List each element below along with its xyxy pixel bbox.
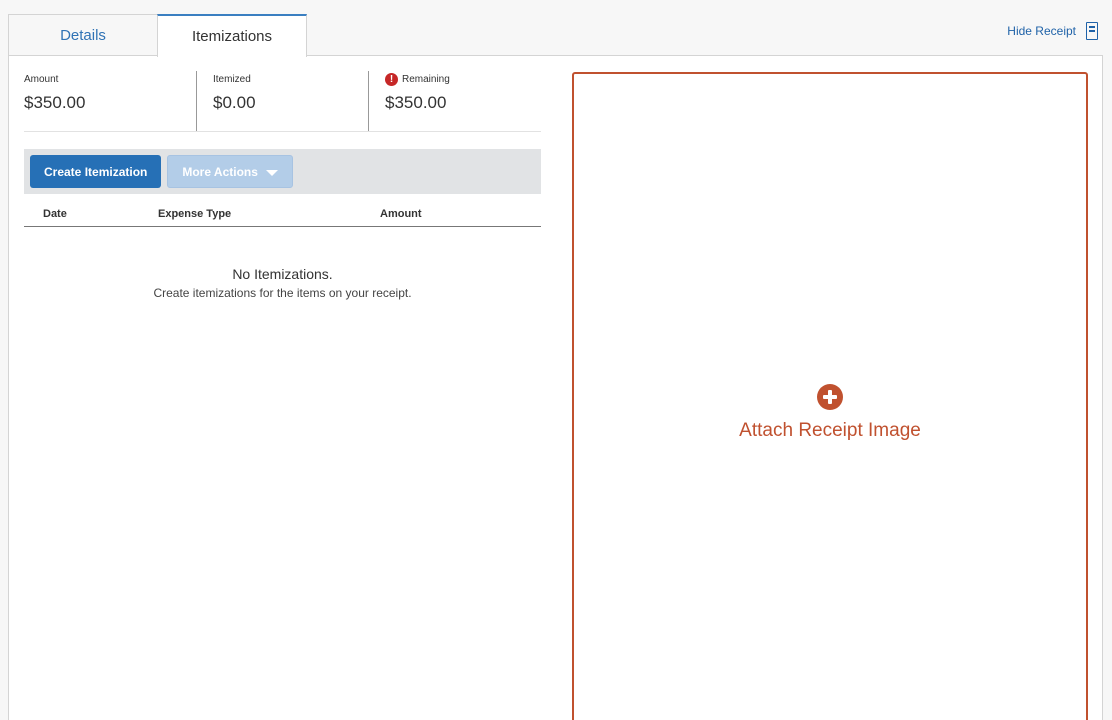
amount-value: $350.00 [24, 93, 86, 112]
remaining-label: Remaining [402, 73, 450, 85]
column-date[interactable]: Date [43, 208, 67, 220]
warning-icon: ! [385, 72, 398, 86]
tab-itemizations[interactable]: Itemizations [157, 14, 307, 57]
summary-itemized: Itemized $0.00 [196, 71, 368, 131]
column-expense-type[interactable]: Expense Type [158, 208, 231, 220]
itemizations-table-header: Date Expense Type Amount [24, 202, 541, 227]
remaining-label-row: ! Remaining [385, 71, 540, 87]
itemization-toolbar: Create Itemization More Actions [24, 149, 541, 194]
summary-amount: Amount $350.00 [24, 71, 196, 131]
attach-receipt-dropzone[interactable]: Attach Receipt Image [572, 72, 1088, 720]
itemized-label: Itemized [213, 73, 251, 85]
more-actions-label: More Actions [182, 164, 258, 179]
more-actions-button[interactable]: More Actions [167, 155, 293, 188]
amount-label: Amount [24, 73, 59, 85]
itemizations-panel: Amount $350.00 Itemized $0.00 ! Remainin… [8, 55, 1103, 720]
chevron-down-icon [265, 169, 278, 176]
tab-details[interactable]: Details [8, 14, 158, 56]
empty-state-title: No Itemizations. [232, 266, 333, 282]
remaining-value: $350.00 [385, 93, 447, 112]
amount-summary: Amount $350.00 Itemized $0.00 ! Remainin… [24, 71, 541, 131]
empty-state: No Itemizations. Create itemizations for… [24, 266, 541, 300]
receipt-icon [1086, 22, 1098, 40]
create-itemization-button[interactable]: Create Itemization [30, 155, 162, 188]
attach-receipt-content: Attach Receipt Image [574, 384, 1086, 442]
summary-remaining: ! Remaining $350.00 [368, 71, 540, 131]
column-amount[interactable]: Amount [380, 208, 422, 220]
hide-receipt-link[interactable]: Hide Receipt [1007, 22, 1098, 40]
expense-itemizations-view: Details Itemizations Hide Receipt Amount… [0, 0, 1112, 720]
attach-receipt-label: Attach Receipt Image [739, 420, 921, 441]
empty-state-subtitle: Create itemizations for the items on you… [153, 286, 412, 300]
plus-circle-icon [817, 384, 843, 410]
summary-divider [24, 131, 541, 132]
hide-receipt-label: Hide Receipt [1007, 24, 1076, 38]
tab-bar: Details Itemizations [8, 14, 307, 57]
itemized-value: $0.00 [213, 93, 256, 112]
